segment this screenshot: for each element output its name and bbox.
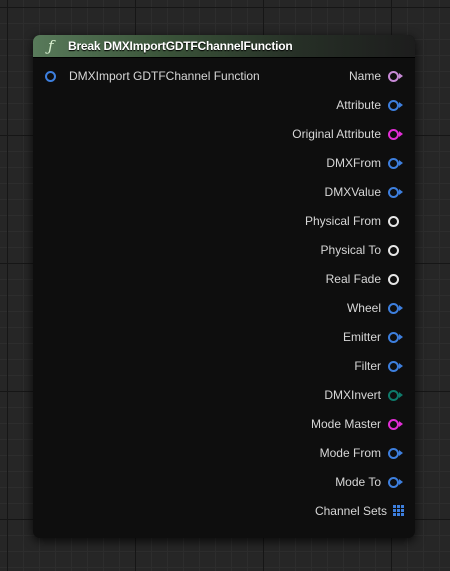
- output-pin-row-real-fade: Real Fade: [326, 269, 405, 287]
- output-pin-row-channel-sets: Channel Sets: [315, 501, 405, 519]
- output-pin-label: Emitter: [342, 329, 381, 344]
- output-pin-label: DMXFrom: [326, 155, 381, 170]
- struct-pin-icon[interactable]: [387, 331, 405, 343]
- name-pin-icon[interactable]: [387, 70, 405, 82]
- output-pin-label: Mode From: [319, 445, 381, 460]
- output-pin-label: Real Fade: [325, 271, 381, 286]
- struct-pin-icon[interactable]: [387, 447, 405, 459]
- output-pin-row-emitter: Emitter: [343, 327, 405, 345]
- output-pin-label: Attribute: [336, 97, 381, 112]
- array-pin-icon[interactable]: [393, 504, 405, 517]
- output-pin-row-mode-to: Mode To: [335, 472, 405, 490]
- output-pin-row-original-attribute: Original Attribute: [292, 124, 405, 142]
- enum-pin-icon[interactable]: [387, 389, 405, 401]
- struct-pin-icon[interactable]: [387, 302, 405, 314]
- output-pin-label: Mode To: [335, 474, 381, 489]
- output-pin-row-filter: Filter: [354, 356, 405, 374]
- float-pin-icon[interactable]: [387, 215, 405, 227]
- output-pin-label: Original Attribute: [292, 126, 381, 141]
- output-pin-row-dmxvalue: DMXValue: [325, 182, 405, 200]
- output-pin-row-mode-from: Mode From: [320, 443, 405, 461]
- struct-pin-icon[interactable]: [387, 360, 405, 372]
- output-pin-label: Filter: [354, 358, 381, 373]
- input-pin-row: DMXImport GDTFChannel Function: [44, 66, 260, 84]
- output-pin-label: Mode Master: [310, 416, 381, 431]
- output-pin-row-dmxinvert: DMXInvert: [324, 385, 405, 403]
- struct-pin-icon[interactable]: [387, 99, 405, 111]
- output-pin-label: Channel Sets: [314, 503, 387, 518]
- float-pin-icon[interactable]: [387, 273, 405, 285]
- output-pin-row-dmxfrom: DMXFrom: [326, 153, 405, 171]
- output-pin-label: DMXInvert: [324, 387, 381, 402]
- struct-input-pin-icon[interactable]: [44, 70, 62, 82]
- struct-pin-icon[interactable]: [387, 157, 405, 169]
- string-pin-icon[interactable]: [387, 128, 405, 140]
- output-pin-row-name: Name: [349, 66, 405, 84]
- output-pin-label: Wheel: [346, 300, 381, 315]
- output-pin-row-physical-to: Physical To: [321, 240, 405, 258]
- function-icon: ƒ: [48, 37, 54, 55]
- output-pin-row-wheel: Wheel: [347, 298, 405, 316]
- output-pin-label: Name: [348, 68, 381, 83]
- float-pin-icon[interactable]: [387, 244, 405, 256]
- node-title: Break DMXImportGDTFChannelFunction: [68, 39, 293, 53]
- struct-pin-icon[interactable]: [387, 476, 405, 488]
- output-pin-label: Physical From: [304, 213, 381, 228]
- output-pin-row-mode-master: Mode Master: [311, 414, 405, 432]
- node-header[interactable]: ƒ Break DMXImportGDTFChannelFunction: [33, 35, 415, 58]
- output-pin-label: DMXValue: [324, 184, 381, 199]
- output-pin-label: Physical To: [320, 242, 381, 257]
- break-struct-node[interactable]: ƒ Break DMXImportGDTFChannelFunction DMX…: [33, 35, 415, 538]
- output-pin-row-physical-from: Physical From: [305, 211, 405, 229]
- output-pin-row-attribute: Attribute: [336, 95, 405, 113]
- input-pin-label: DMXImport GDTFChannel Function: [69, 68, 260, 83]
- string-pin-icon[interactable]: [387, 418, 405, 430]
- struct-pin-icon[interactable]: [387, 186, 405, 198]
